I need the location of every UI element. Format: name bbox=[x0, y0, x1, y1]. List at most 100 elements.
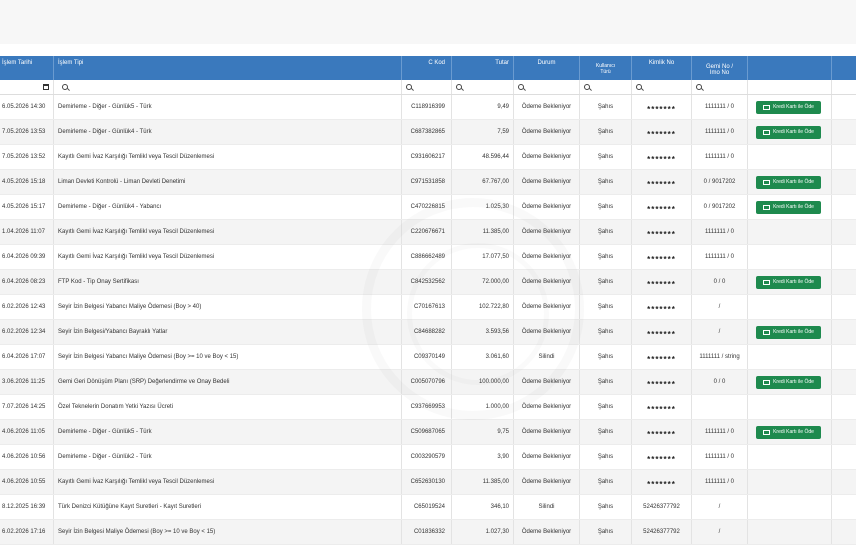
table-row: 7.07.2026 14:25 Özel Teknelerin Donatım Y… bbox=[0, 395, 856, 420]
credit-card-icon bbox=[763, 204, 771, 210]
pay-by-credit-card-button[interactable]: Kredi Kartı ile Öde bbox=[756, 100, 821, 114]
header-kimlik-no[interactable]: Kimlik No bbox=[632, 56, 692, 80]
cell-ship-no: 1111111 / 0 bbox=[692, 120, 748, 144]
cell-user-type: Şahıs bbox=[580, 120, 632, 144]
table-row: 4.06.2026 10:55 Kayıtlı Gemi İvaz Karşılı… bbox=[0, 470, 856, 495]
cell-user-type: Şahıs bbox=[580, 395, 632, 419]
credit-card-icon bbox=[763, 329, 771, 335]
cell-status: Silindi bbox=[514, 345, 580, 369]
cell-id-no: ******* bbox=[632, 320, 692, 344]
pay-by-credit-card-button[interactable]: Kredi Kartı ile Öde bbox=[756, 175, 821, 189]
cell-code: C003290579 bbox=[402, 445, 452, 469]
filter-amount[interactable] bbox=[452, 80, 514, 94]
search-icon bbox=[406, 84, 412, 90]
credit-card-icon bbox=[763, 129, 771, 135]
cell-extra bbox=[832, 345, 856, 369]
cell-extra bbox=[832, 120, 856, 144]
header-kullanici-turu[interactable]: Kullanıcı Türü bbox=[580, 56, 632, 80]
cell-type: Demirleme - Diğer - Günlük5 - Türk bbox=[54, 420, 402, 444]
cell-date: 4.06.2026 10:56 bbox=[0, 445, 54, 469]
cell-amount: 72.000,00 bbox=[452, 270, 514, 294]
filter-date[interactable] bbox=[0, 80, 54, 94]
table-row: 6.04.2026 09:39 Kayıtlı Gemi İvaz Karşılı… bbox=[0, 245, 856, 270]
cell-status: Ödeme Bekleniyor bbox=[514, 395, 580, 419]
header-c-kod[interactable]: C Kod bbox=[402, 56, 452, 80]
cell-user-type: Şahıs bbox=[580, 295, 632, 319]
cell-actions: Kredi Kartı ile Öde bbox=[748, 320, 832, 344]
pay-by-credit-card-button[interactable]: Kredi Kartı ile Öde bbox=[756, 275, 821, 289]
filter-user-type[interactable] bbox=[580, 80, 632, 94]
cell-status: Ödeme Bekleniyor bbox=[514, 420, 580, 444]
search-icon bbox=[696, 84, 702, 90]
header-tutar[interactable]: Tutar bbox=[452, 56, 514, 80]
cell-id-no: ******* bbox=[632, 120, 692, 144]
pay-by-credit-card-button[interactable]: Kredi Kartı ile Öde bbox=[756, 125, 821, 139]
cell-id-no: ******* bbox=[632, 245, 692, 269]
cell-amount: 7,59 bbox=[452, 120, 514, 144]
cell-status: Ödeme Bekleniyor bbox=[514, 245, 580, 269]
cell-actions: Kredi Kartı ile Öde bbox=[748, 170, 832, 194]
header-islem-tarihi[interactable]: İşlem Tarihi bbox=[0, 56, 54, 80]
credit-card-icon bbox=[763, 279, 771, 285]
cell-type: Özel Teknelerin Donatım Yetki Yazısı Ücr… bbox=[54, 395, 402, 419]
cell-user-type: Şahıs bbox=[580, 320, 632, 344]
cell-code: C886662489 bbox=[402, 245, 452, 269]
cell-amount: 3,90 bbox=[452, 445, 514, 469]
cell-extra bbox=[832, 245, 856, 269]
cell-amount: 9,49 bbox=[452, 95, 514, 119]
filter-actions bbox=[748, 80, 832, 94]
cell-date: 6.05.2026 14:30 bbox=[0, 95, 54, 119]
table-body: 6.05.2026 14:30 Demirleme - Diğer - Günlü… bbox=[0, 95, 856, 545]
pay-by-credit-card-button[interactable]: Kredi Kartı ile Öde bbox=[756, 375, 821, 389]
cell-type: Kayıtlı Gemi İvaz Karşılığı Temlikl veya… bbox=[54, 245, 402, 269]
cell-code: C005070796 bbox=[402, 370, 452, 394]
cell-actions: Kredi Kartı ile Öde bbox=[748, 270, 832, 294]
cell-amount: 1.027,30 bbox=[452, 520, 514, 544]
header-gemi-no[interactable]: Gemi No / Imo No bbox=[692, 56, 748, 80]
cell-status: Ödeme Bekleniyor bbox=[514, 95, 580, 119]
search-icon bbox=[456, 84, 462, 90]
cell-amount: 102.722,80 bbox=[452, 295, 514, 319]
cell-date: 6.04.2026 17:07 bbox=[0, 345, 54, 369]
pay-by-credit-card-button[interactable]: Kredi Kartı ile Öde bbox=[756, 325, 821, 339]
header-extra bbox=[832, 56, 856, 80]
cell-ship-no: / bbox=[692, 320, 748, 344]
header-durum[interactable]: Durum bbox=[514, 56, 580, 80]
header-islem-tipi[interactable]: İşlem Tipi bbox=[54, 56, 402, 80]
cell-amount: 67.767,00 bbox=[452, 170, 514, 194]
table-row: 4.06.2026 10:56 Demirleme - Diğer - Günlü… bbox=[0, 445, 856, 470]
cell-extra bbox=[832, 195, 856, 219]
table-row: 6.04.2026 17:07 Seyir İzin Belgesi Yabanc… bbox=[0, 345, 856, 370]
cell-code: C84688282 bbox=[402, 320, 452, 344]
cell-type: Demirleme - Diğer - Günlük4 - Türk bbox=[54, 120, 402, 144]
cell-code: C842532562 bbox=[402, 270, 452, 294]
cell-actions bbox=[748, 145, 832, 169]
cell-date: 8.12.2025 16:39 bbox=[0, 495, 54, 519]
cell-actions bbox=[748, 395, 832, 419]
filter-code[interactable] bbox=[402, 80, 452, 94]
credit-card-icon bbox=[763, 429, 771, 435]
cell-type: Türk Denizci Kütüğüne Kayıt Suretleri - … bbox=[54, 495, 402, 519]
table-row: 7.05.2026 13:52 Kayıtlı Gemi İvaz Karşılı… bbox=[0, 145, 856, 170]
cell-type: Seyir İzin Belgesi Yabancı Maliye Ödemes… bbox=[54, 295, 402, 319]
filter-status[interactable] bbox=[514, 80, 580, 94]
calendar-icon[interactable] bbox=[43, 84, 49, 90]
table-row: 4.05.2026 15:18 Liman Devleti Kontrolü - … bbox=[0, 170, 856, 195]
cell-id-no: ******* bbox=[632, 420, 692, 444]
cell-type: Kayıtlı Gemi İvaz Karşılığı Temlikl veya… bbox=[54, 470, 402, 494]
cell-type: Demirleme - Diğer - Günlük4 - Yabancı bbox=[54, 195, 402, 219]
cell-type: Demirleme - Diğer - Günlük5 - Türk bbox=[54, 95, 402, 119]
filter-ship[interactable] bbox=[692, 80, 748, 94]
cell-amount: 48.596,44 bbox=[452, 145, 514, 169]
cell-user-type: Şahıs bbox=[580, 345, 632, 369]
cell-actions bbox=[748, 470, 832, 494]
pay-by-credit-card-button[interactable]: Kredi Kartı ile Öde bbox=[756, 425, 821, 439]
pay-by-credit-card-button[interactable]: Kredi Kartı ile Öde bbox=[756, 200, 821, 214]
cell-extra bbox=[832, 320, 856, 344]
cell-code: C931606217 bbox=[402, 145, 452, 169]
cell-amount: 3.593,56 bbox=[452, 320, 514, 344]
filter-id[interactable] bbox=[632, 80, 692, 94]
table-row: 6.02.2026 12:43 Seyir İzin Belgesi Yabanc… bbox=[0, 295, 856, 320]
cell-status: Ödeme Bekleniyor bbox=[514, 370, 580, 394]
filter-type[interactable] bbox=[54, 80, 402, 94]
